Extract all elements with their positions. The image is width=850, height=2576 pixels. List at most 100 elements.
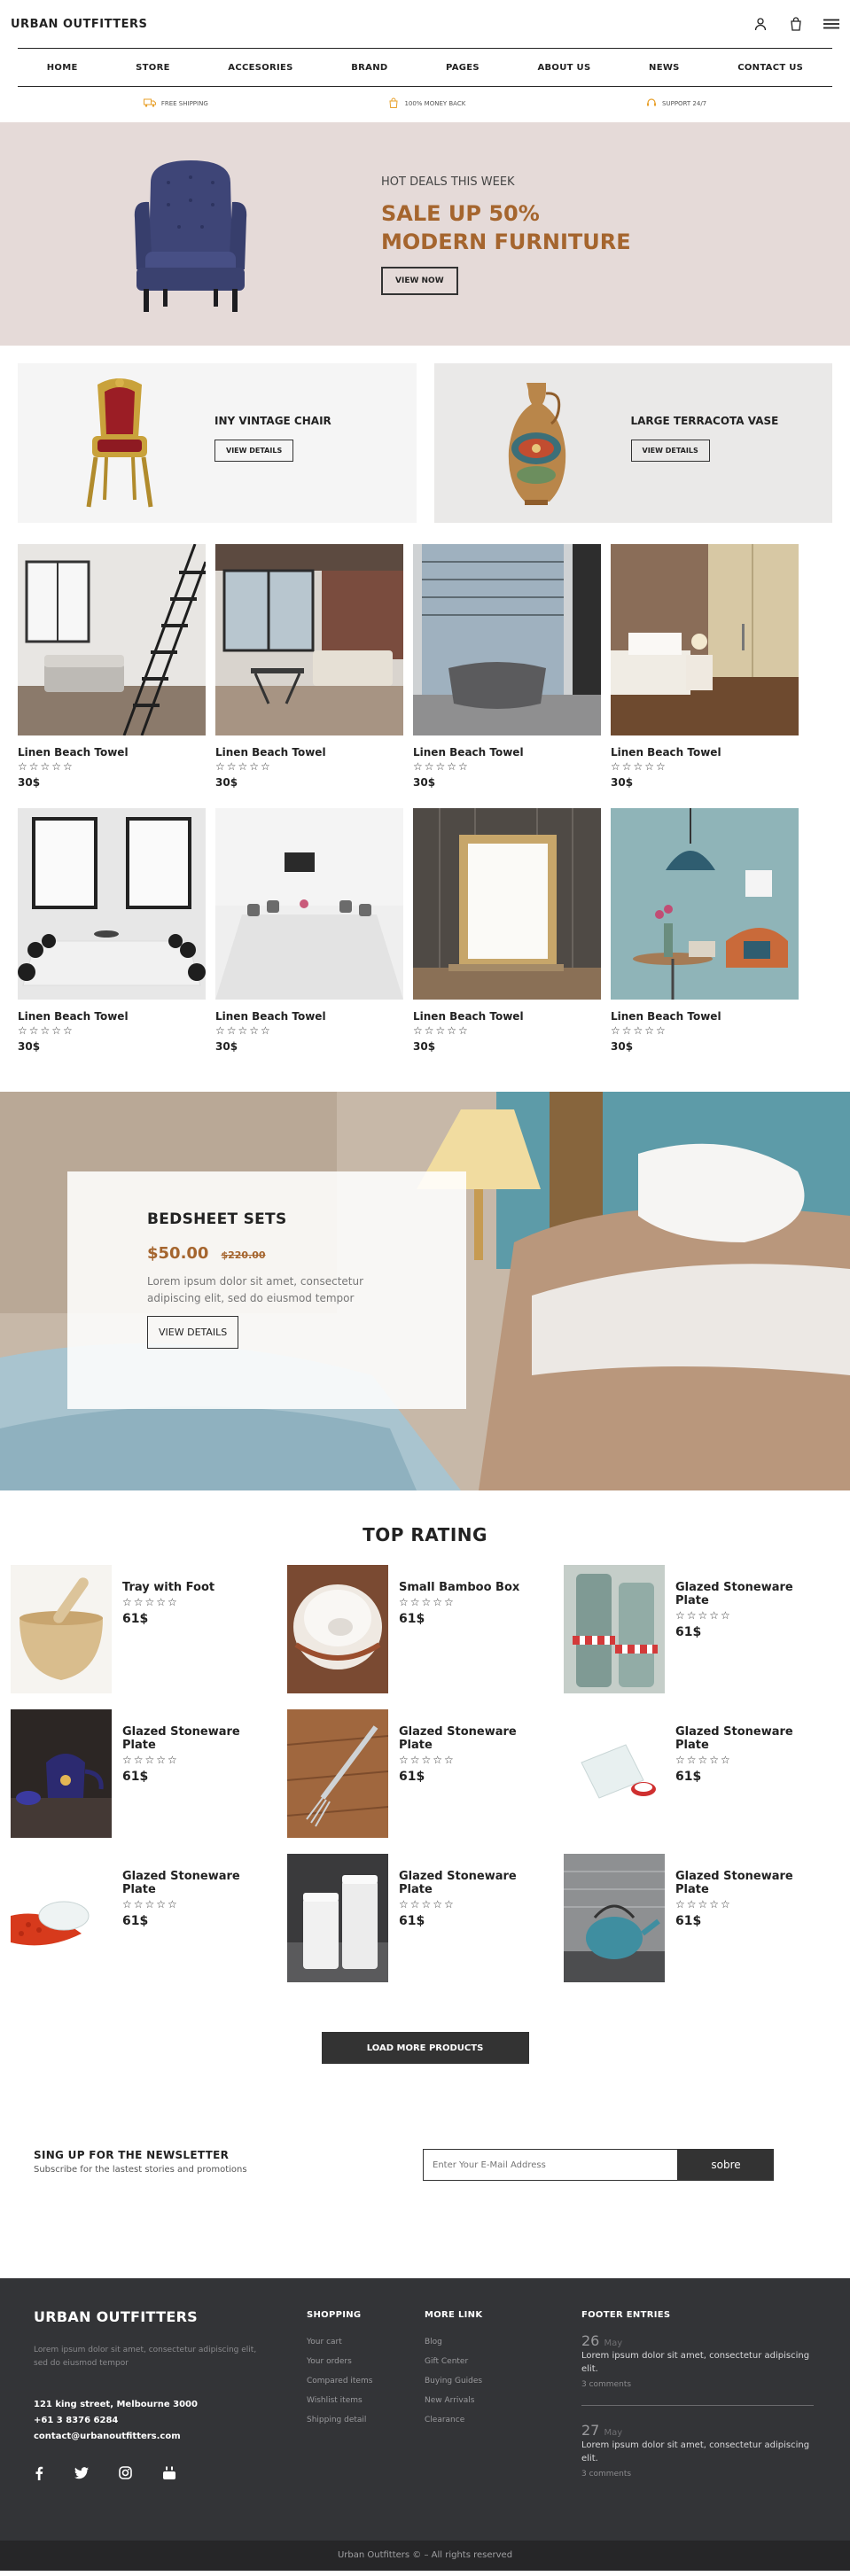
service-label: FREE SHIPPING	[160, 100, 208, 107]
product-image	[611, 544, 799, 735]
footer-link[interactable]: Wishlist items	[307, 2391, 372, 2410]
entry-divider	[581, 2405, 814, 2406]
rated-product[interactable]: Glazed Stoneware Plate ☆☆☆☆☆ 61$	[287, 1854, 552, 1982]
user-icon[interactable]	[753, 16, 768, 32]
product-price: 61$	[122, 1612, 149, 1626]
nav-pages[interactable]: PAGES	[446, 63, 480, 73]
main-nav: HOME STORE ACCESORIES BRAND PAGES ABOUT …	[18, 48, 832, 87]
product-card[interactable]: Linen Beach Towel ☆☆☆☆☆ 30$	[215, 808, 403, 1053]
product-card[interactable]: Linen Beach Towel ☆☆☆☆☆ 30$	[18, 543, 207, 789]
rated-product[interactable]: Glazed Stoneware Plate ☆☆☆☆☆ 61$	[564, 1709, 829, 1838]
product-name: Small Bamboo Box	[399, 1581, 520, 1594]
rated-product[interactable]: Glazed Stoneware Plate ☆☆☆☆☆ 61$	[287, 1709, 552, 1838]
footer-link[interactable]: Buying Guides	[425, 2371, 482, 2391]
footer-link[interactable]: Blog	[425, 2332, 482, 2352]
rated-product-info: Tray with Foot ☆☆☆☆☆ 61$	[122, 1565, 214, 1693]
footer-link[interactable]: New Arrivals	[425, 2391, 482, 2410]
product-image	[18, 543, 207, 736]
rating-stars: ☆☆☆☆☆	[122, 1898, 179, 1911]
top-rating-title: TOP RATING	[363, 1524, 487, 1545]
rating-stars: ☆☆☆☆☆	[399, 1898, 456, 1911]
bedsheet-old-price: $220.00	[221, 1249, 266, 1261]
email-input[interactable]	[423, 2149, 678, 2181]
product-image	[564, 1854, 665, 1982]
load-more-button[interactable]: LOAD MORE PRODUCTS	[321, 2032, 529, 2064]
nav-accesories[interactable]: ACCESORIES	[228, 63, 292, 73]
bag-icon[interactable]	[788, 16, 804, 32]
newsletter-title: SING UP FOR THE NEWSLETTER	[34, 2149, 230, 2161]
footer-contact: 121 king street, Melbourne 3000 +61 3 83…	[34, 2397, 198, 2445]
rated-product-info: Glazed Stoneware Plate ☆☆☆☆☆ 61$	[675, 1565, 829, 1693]
nav-brand[interactable]: BRAND	[351, 63, 387, 73]
footer-email[interactable]: contact@urbanoutfitters.com	[34, 2429, 198, 2445]
rated-product[interactable]: Glazed Stoneware Plate ☆☆☆☆☆ 61$	[564, 1565, 829, 1693]
bedsheet-view-details-button[interactable]: VIEW DETAILS	[147, 1316, 239, 1349]
promo-title: INY VINTAGE CHAIR	[214, 415, 331, 427]
rated-product-info: Glazed Stoneware Plate ☆☆☆☆☆ 61$	[122, 1854, 276, 1982]
bedsheet-price: $50.00	[147, 1244, 209, 1263]
footer-entry[interactable]: 26 May Lorem ipsum dolor sit amet, conse…	[581, 2332, 814, 2389]
rating-stars: ☆☆☆☆☆	[413, 760, 470, 773]
header-icons	[753, 16, 839, 32]
nav-about-us[interactable]: ABOUT US	[537, 63, 590, 73]
footer-link[interactable]: Your orders	[307, 2352, 372, 2371]
facebook-icon[interactable]	[34, 2466, 44, 2484]
product-image	[11, 1565, 112, 1693]
footer-link[interactable]: Gift Center	[425, 2352, 482, 2371]
view-now-button[interactable]: VIEW NOW	[381, 267, 458, 295]
rated-product[interactable]: Glazed Stoneware Plate ☆☆☆☆☆ 61$	[11, 1854, 276, 1982]
truck-icon	[143, 97, 156, 110]
subscribe-button[interactable]: sobre	[678, 2149, 774, 2181]
footer: URBAN OUTFITTERS Lorem ipsum dolor sit a…	[0, 2278, 850, 2541]
product-card[interactable]: Linen Beach Towel ☆☆☆☆☆ 30$	[413, 808, 601, 1053]
footer-entry[interactable]: 27 May Lorem ipsum dolor sit amet, conse…	[581, 2422, 814, 2479]
footer-link[interactable]: Shipping detail	[307, 2410, 372, 2430]
youtube-icon[interactable]	[162, 2466, 176, 2484]
nav-contact-us[interactable]: CONTACT US	[737, 63, 803, 73]
product-price: 30$	[215, 1040, 238, 1053]
product-card[interactable]: Linen Beach Towel ☆☆☆☆☆ 30$	[611, 808, 799, 1053]
product-image	[564, 1565, 665, 1693]
newsletter-subtitle: Subscribe for the lastest stories and pr…	[34, 2165, 247, 2175]
view-details-button[interactable]: VIEW DETAILS	[214, 440, 294, 462]
rating-stars: ☆☆☆☆☆	[611, 760, 667, 773]
product-name: Tray with Foot	[122, 1581, 215, 1594]
menu-icon[interactable]	[823, 16, 839, 32]
vintage-chair-image	[86, 378, 153, 508]
product-card[interactable]: Linen Beach Towel ☆☆☆☆☆ 30$	[413, 544, 601, 789]
rated-product[interactable]: Tray with Foot ☆☆☆☆☆ 61$	[11, 1565, 276, 1693]
product-image	[413, 808, 601, 1000]
rated-product-info: Glazed Stoneware Plate ☆☆☆☆☆ 61$	[675, 1854, 829, 1982]
site-logo[interactable]: URBAN OUTFITTERS	[11, 18, 147, 31]
twitter-icon[interactable]	[74, 2466, 89, 2484]
product-image	[287, 1709, 388, 1838]
footer-entries-title: FOOTER ENTRIES	[581, 2310, 671, 2320]
nav-home[interactable]: HOME	[47, 63, 78, 73]
footer-link[interactable]: Clearance	[425, 2410, 482, 2430]
rated-product[interactable]: Glazed Stoneware Plate ☆☆☆☆☆ 61$	[564, 1854, 829, 1982]
product-card[interactable]: Linen Beach Towel ☆☆☆☆☆ 30$	[18, 808, 206, 1053]
entry-comments: 3 comments	[581, 2470, 632, 2479]
rated-product[interactable]: Glazed Stoneware Plate ☆☆☆☆☆ 61$	[11, 1709, 276, 1838]
product-name: Glazed Stoneware Plate	[122, 1725, 240, 1752]
bedsheet-title: BEDSHEET SETS	[147, 1210, 287, 1228]
product-price: 30$	[18, 1040, 41, 1053]
product-grid: Linen Beach Towel ☆☆☆☆☆ 30$ Linen Beach …	[0, 808, 850, 1053]
view-details-button[interactable]: VIEW DETAILS	[630, 440, 710, 462]
footer-shopping-links: Your cart Your orders Compared items Wis…	[307, 2332, 372, 2430]
rating-stars: ☆☆☆☆☆	[675, 1609, 732, 1622]
product-card[interactable]: Linen Beach Towel ☆☆☆☆☆ 30$	[215, 544, 403, 789]
nav-store[interactable]: STORE	[136, 63, 170, 73]
nav-news[interactable]: NEWS	[649, 63, 680, 73]
product-price: 61$	[399, 1770, 425, 1784]
service-label: 100% MONEY BACK	[404, 100, 466, 107]
product-price: 61$	[675, 1770, 702, 1784]
footer-link[interactable]: Your cart	[307, 2332, 372, 2352]
instagram-icon[interactable]	[119, 2466, 132, 2484]
rated-product[interactable]: Small Bamboo Box ☆☆☆☆☆ 61$	[287, 1565, 552, 1693]
rating-stars: ☆☆☆☆☆	[399, 1754, 456, 1766]
footer-link[interactable]: Compared items	[307, 2371, 372, 2391]
social-links	[34, 2466, 176, 2484]
rating-stars: ☆☆☆☆☆	[122, 1596, 179, 1608]
product-card[interactable]: Linen Beach Towel ☆☆☆☆☆ 30$	[611, 544, 799, 789]
